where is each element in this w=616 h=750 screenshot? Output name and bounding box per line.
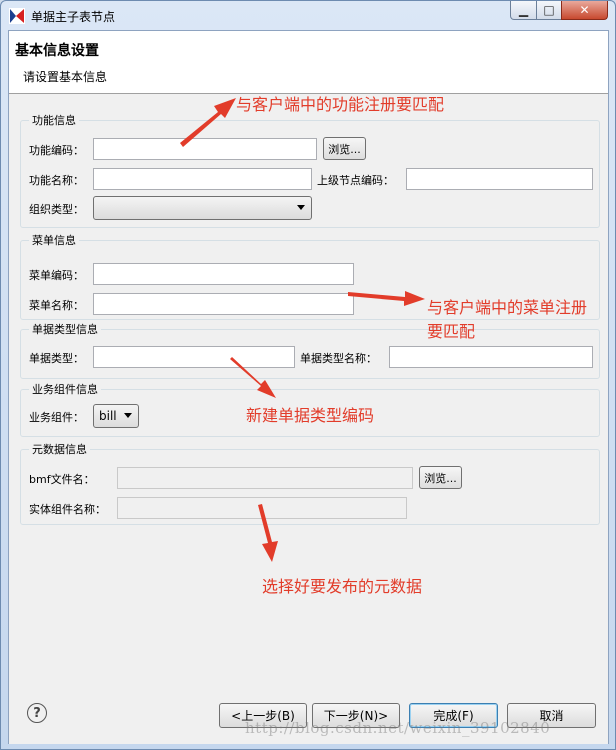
watermark: http://blog.csdn.net/weixin_39102840 [245, 719, 551, 737]
arrow-to-function-code [180, 98, 236, 147]
annotation-select-metadata: 选择好要发布的元数据 [262, 577, 423, 596]
arrow-to-metadata [258, 504, 278, 562]
annotation-function-match: 与客户端中的功能注册要匹配 [236, 95, 445, 114]
arrow-to-menu-name [348, 291, 425, 306]
annotation-menu-match-line1: 与客户端中的菜单注册 [427, 298, 588, 317]
annotation-new-billtype: 新建单据类型编码 [246, 406, 375, 425]
arrow-to-billtype [230, 357, 276, 398]
annotation-menu-match-line2: 要匹配 [427, 322, 476, 341]
